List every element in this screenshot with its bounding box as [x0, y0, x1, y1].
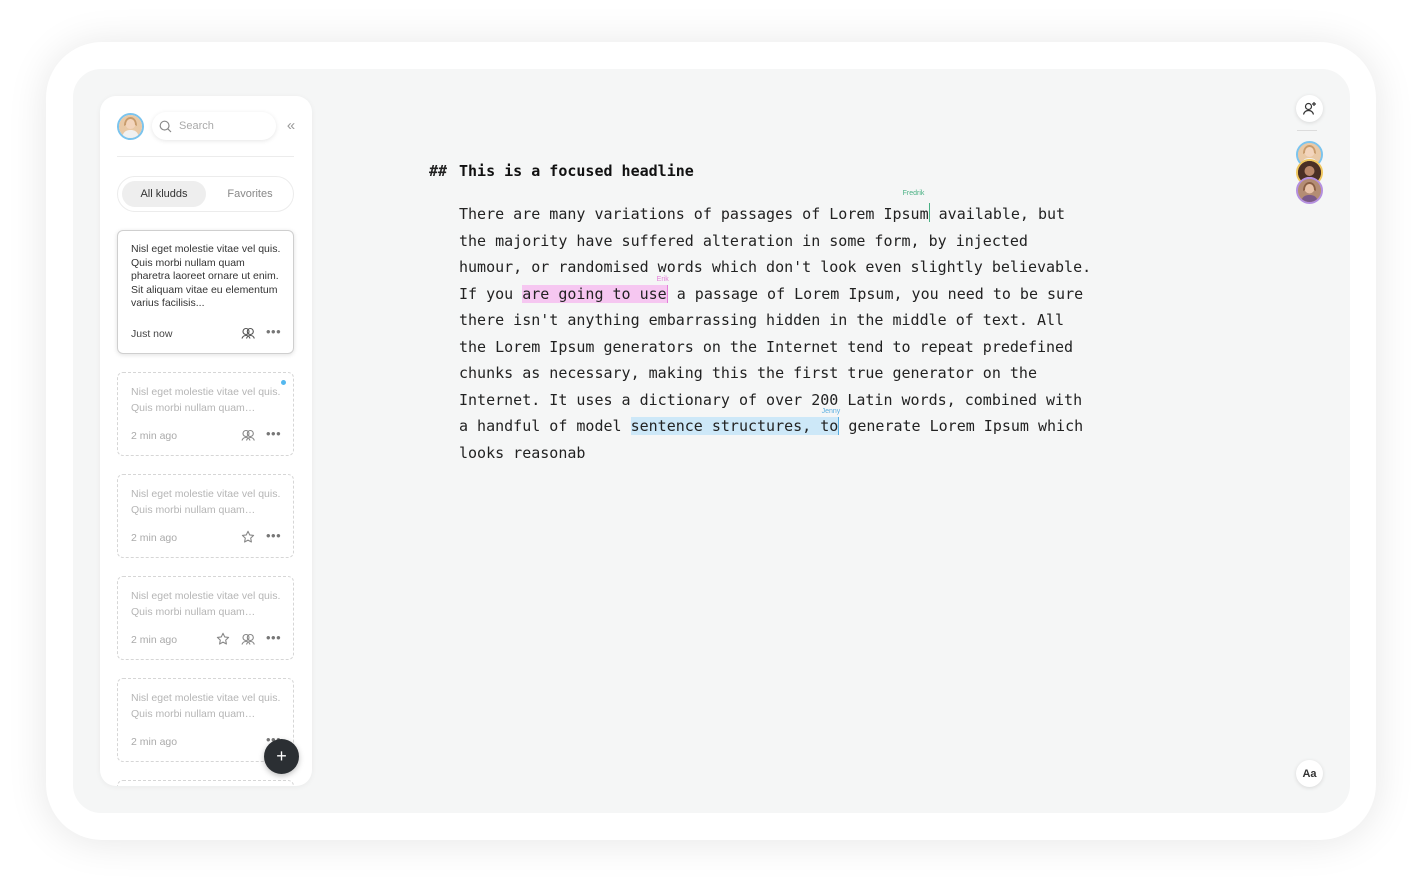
note-timestamp: 2 min ago [131, 532, 178, 544]
jenny-selection: sentence structures, to Jenny [630, 408, 840, 435]
fredrik-cursor-label: Fredrik [902, 190, 925, 197]
add-collaborator-button[interactable] [1296, 95, 1323, 122]
headline[interactable]: This is a focused headline [459, 162, 694, 180]
divider [1297, 130, 1317, 131]
collaborator-avatar[interactable] [1296, 177, 1323, 204]
note-timestamp: 2 min ago [131, 736, 178, 748]
note-timestamp: Just now [131, 328, 173, 340]
body-text: a passage of Lorem Ipsum, you need to be… [459, 284, 1084, 436]
erik-selection: are going to use Erik [522, 276, 669, 303]
erik-selection-text: are going to use [522, 284, 667, 303]
more-icon[interactable]: ••• [266, 325, 281, 341]
body-text: There are many variations of passages of… [459, 205, 929, 223]
note-card[interactable]: Nisl eget molestie vitae vel quis. Quis … [117, 474, 294, 558]
note-preview: Nisl eget molestie vitae vel quis. Quis … [131, 692, 281, 720]
add-user-icon [1302, 102, 1316, 115]
more-icon[interactable]: ••• [266, 631, 281, 647]
note-timestamp: 2 min ago [131, 634, 178, 646]
note-timestamp: 2 min ago [131, 430, 178, 442]
divider [117, 156, 294, 157]
note-card[interactable]: Nisl eget molestie vitae vel quis. Quis … [117, 576, 294, 660]
note-preview: Nisl eget molestie vitae vel quis. Quis … [131, 590, 281, 618]
erik-cursor-label: Erik [656, 275, 669, 283]
search-box[interactable] [152, 112, 276, 140]
note-card[interactable]: Nisl eget molestie vitae vel quis. Quis … [117, 372, 294, 456]
note-preview: Nisl eget molestie vitae vel quis. Quis … [131, 488, 281, 516]
font-button-label: Aa [1302, 767, 1317, 780]
note-preview: Nisl eget molestie vitae vel quis. Quis … [131, 243, 281, 309]
collaborators-icon[interactable] [241, 428, 255, 442]
fredrik-cursor: Fredrik [903, 190, 930, 222]
star-icon[interactable] [241, 530, 255, 544]
font-settings-button[interactable]: Aa [1296, 760, 1323, 787]
app-screen: « All kludds Favorites Nisl eget molesti… [73, 69, 1350, 813]
tab-all-kludds[interactable]: All kludds [122, 181, 206, 207]
new-note-button[interactable]: + [264, 739, 299, 774]
user-avatar[interactable] [117, 113, 144, 140]
search-input[interactable] [177, 119, 271, 133]
jenny-cursor-label: Jenny [821, 408, 841, 415]
collaborators-icon[interactable] [241, 326, 255, 340]
note-preview: Nisl eget molestie vitae vel quis. Quis … [131, 386, 281, 414]
collapse-sidebar-icon[interactable]: « [283, 117, 299, 135]
more-icon[interactable]: ••• [266, 427, 281, 443]
sidebar: « All kludds Favorites Nisl eget molesti… [100, 96, 312, 786]
note-card[interactable] [117, 780, 294, 786]
heading-marker: ## [429, 162, 448, 180]
tab-favorites[interactable]: Favorites [210, 181, 290, 207]
more-icon[interactable]: ••• [266, 529, 281, 545]
star-icon[interactable] [216, 632, 230, 646]
editor-body[interactable]: There are many variations of passages of… [459, 190, 1159, 466]
collaborators-icon[interactable] [241, 632, 255, 646]
jenny-selection-text: sentence structures, to [630, 417, 839, 435]
filter-tabs: All kludds Favorites [117, 176, 294, 212]
note-card[interactable]: Nisl eget molestie vitae vel quis. Quis … [117, 230, 294, 354]
search-icon [159, 120, 172, 132]
